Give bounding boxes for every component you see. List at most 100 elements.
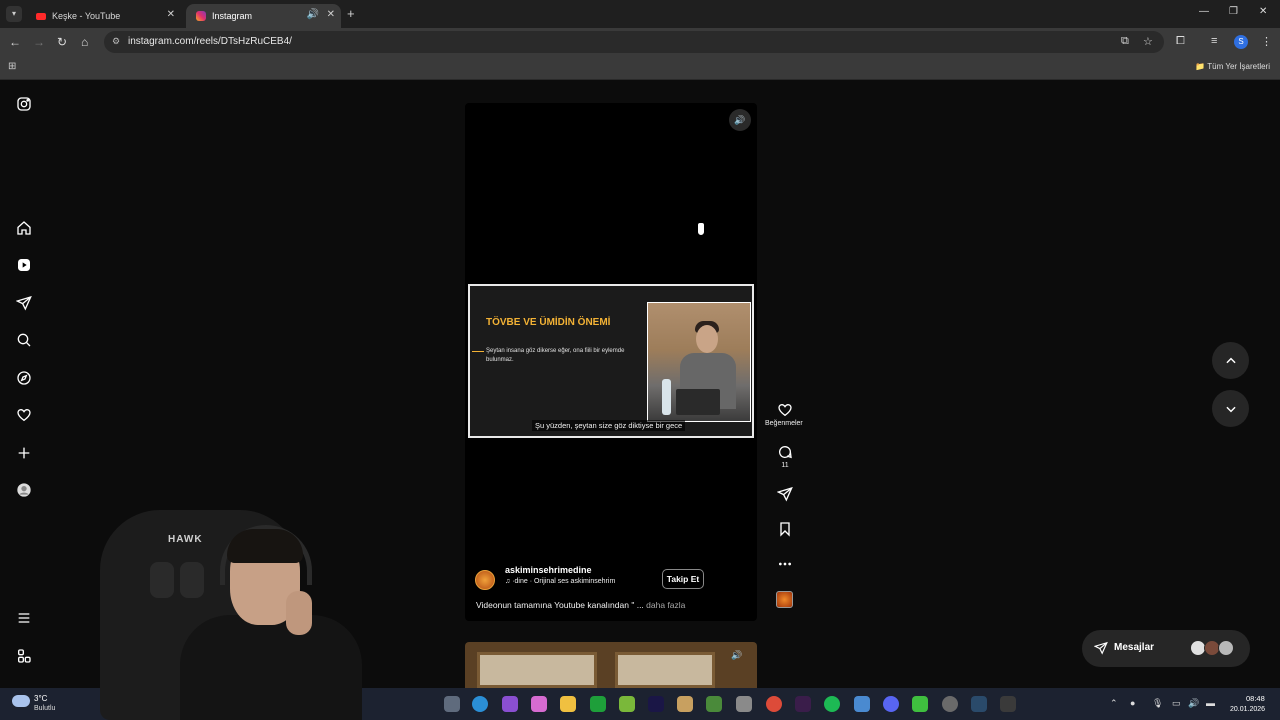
reel-caption[interactable]: Videonun tamamına Youtube kanalından " .… <box>476 600 685 610</box>
home-button[interactable]: ⌂ <box>81 35 88 49</box>
follow-button[interactable]: Takip Et <box>662 569 704 589</box>
volume-icon[interactable]: 🔊 <box>731 650 742 661</box>
caption-more-link[interactable]: daha fazla <box>646 600 685 610</box>
also-from-meta-icon[interactable] <box>14 646 34 666</box>
reel-video[interactable]: TÖVBE VE ÜMİDİN ÖNEMİ Şeytan insana göz … <box>468 284 754 438</box>
direct-messages-icon[interactable] <box>14 293 34 313</box>
share-icon <box>777 486 793 502</box>
media-control-icon[interactable]: ≡ <box>1211 35 1217 47</box>
reels-icon[interactable] <box>14 255 34 275</box>
clock-date[interactable]: 20.01.2026 <box>1230 706 1265 713</box>
profile-avatar[interactable]: S <box>1234 35 1248 49</box>
next-reel-preview[interactable]: 🔊 <box>465 642 757 688</box>
person-hair <box>227 529 303 563</box>
more-menu-icon[interactable] <box>14 608 34 628</box>
weather-desc[interactable]: Bulutlu <box>34 705 55 712</box>
browser-menu-icon[interactable]: ⋮ <box>1261 35 1272 48</box>
bookmark-icon <box>780 522 790 537</box>
instagram-logo-icon[interactable] <box>14 94 34 114</box>
discord-icon[interactable] <box>883 696 899 712</box>
app-icon[interactable] <box>502 696 518 712</box>
caption-text: Videonun tamamına Youtube kanalından " .… <box>476 600 644 610</box>
like-button[interactable]: Beğenmeler <box>765 402 803 427</box>
chair-panel <box>180 562 204 598</box>
author-avatar[interactable] <box>475 570 495 590</box>
heart-icon[interactable] <box>14 405 34 425</box>
home-icon[interactable] <box>14 218 34 238</box>
chevron-down-icon <box>1225 406 1236 412</box>
app-icon[interactable] <box>619 696 635 712</box>
profile-icon[interactable] <box>14 480 34 500</box>
tray-chevron-icon[interactable]: ⌃ <box>1110 698 1118 709</box>
create-icon[interactable] <box>14 443 34 463</box>
comment-icon <box>779 446 792 459</box>
chair-logo: HAWK <box>168 534 203 545</box>
close-icon[interactable]: ✕ <box>327 9 335 20</box>
edge-icon[interactable] <box>472 696 488 712</box>
url-text[interactable]: instagram.com/reels/DTsHzRuCEB4/ <box>128 36 292 47</box>
explore-icon[interactable] <box>14 368 34 388</box>
person-torso <box>180 615 362 720</box>
bookmark-star-icon[interactable]: ☆ <box>1143 35 1153 48</box>
reel-card[interactable]: 🔊 TÖVBE VE ÜMİDİN ÖNEMİ Şeytan insana gö… <box>465 103 757 621</box>
app-icon[interactable] <box>706 696 722 712</box>
volume-icon[interactable]: 🔊 <box>729 109 751 131</box>
app-icon[interactable] <box>736 696 752 712</box>
speaker-icon[interactable]: 🔊 <box>307 9 319 20</box>
tab-instagram[interactable]: Instagram 🔊 ✕ <box>186 4 341 28</box>
clock-time[interactable]: 08:48 <box>1246 694 1265 703</box>
all-bookmarks-link[interactable]: 📁 Tüm Yer İşaretleri <box>1195 62 1270 71</box>
xbox-icon[interactable] <box>590 696 606 712</box>
minimize-button[interactable]: — <box>1199 6 1209 17</box>
file-explorer-icon[interactable] <box>560 696 576 712</box>
close-window-button[interactable]: ✕ <box>1259 6 1267 17</box>
search-icon[interactable] <box>14 330 34 350</box>
app-icon[interactable] <box>677 696 693 712</box>
close-icon[interactable]: ✕ <box>167 9 175 20</box>
forward-button[interactable]: → <box>33 35 45 49</box>
audio-thumbnail[interactable] <box>776 591 793 608</box>
tab-youtube[interactable]: Keşke - YouTube ✕ <box>26 4 181 28</box>
app-icon[interactable] <box>942 696 958 712</box>
extensions-icon[interactable]: ⧠ <box>1176 35 1185 48</box>
tab-search-button[interactable]: ▾ <box>6 6 22 22</box>
share-button[interactable] <box>773 486 797 504</box>
audio-info[interactable]: ♫ ·dine · Orijinal ses askiminsehrim <box>505 578 615 585</box>
copilot-icon[interactable] <box>531 696 547 712</box>
volume-icon[interactable]: 🔊 <box>1188 698 1199 709</box>
reload-button[interactable]: ↻ <box>57 35 67 49</box>
app-icon[interactable] <box>1000 696 1016 712</box>
premiere-icon[interactable] <box>648 696 664 712</box>
more-options-button[interactable] <box>773 556 797 574</box>
messages-pill[interactable]: Mesajlar <box>1082 630 1250 667</box>
weather-temp[interactable]: 3°C <box>34 694 47 703</box>
battery-icon[interactable]: ▬ <box>1206 698 1215 708</box>
weather-icon[interactable] <box>12 695 30 707</box>
spotify-icon[interactable] <box>824 696 840 712</box>
restore-button[interactable]: ❐ <box>1229 6 1238 17</box>
app-icon[interactable] <box>854 696 870 712</box>
app-icon[interactable] <box>795 696 811 712</box>
tray-app-icon[interactable]: ● <box>1130 698 1135 708</box>
install-app-icon[interactable]: ⧉ <box>1121 35 1129 48</box>
save-button[interactable] <box>773 521 797 539</box>
site-info-icon[interactable]: ⚙ <box>112 36 120 47</box>
previous-reel-button[interactable] <box>1212 342 1249 379</box>
chrome-icon[interactable] <box>766 696 782 712</box>
new-tab-button[interactable]: + <box>347 6 355 21</box>
apps-grid-icon[interactable]: ⊞ <box>8 61 16 72</box>
comment-button[interactable]: 11 <box>773 444 797 469</box>
back-button[interactable]: ← <box>9 35 21 49</box>
network-icon[interactable]: ▭ <box>1172 698 1181 709</box>
window-frame <box>615 652 715 688</box>
next-reel-button[interactable] <box>1212 390 1249 427</box>
author-name[interactable]: askiminsehrimedine <box>505 565 592 575</box>
task-view-icon[interactable] <box>444 696 460 712</box>
bookmarks-bar: ⊞ 📁 Tüm Yer İşaretleri <box>0 56 1280 80</box>
chair-panel <box>150 562 174 598</box>
steam-icon[interactable] <box>971 696 987 712</box>
address-bar[interactable]: ⚙ instagram.com/reels/DTsHzRuCEB4/ <box>104 31 1164 53</box>
app-icon[interactable] <box>912 696 928 712</box>
tab-strip: ▾ Keşke - YouTube ✕ Instagram 🔊 ✕ + — ❐ … <box>0 0 1280 28</box>
microphone-icon[interactable]: 🎙 <box>1152 698 1163 709</box>
